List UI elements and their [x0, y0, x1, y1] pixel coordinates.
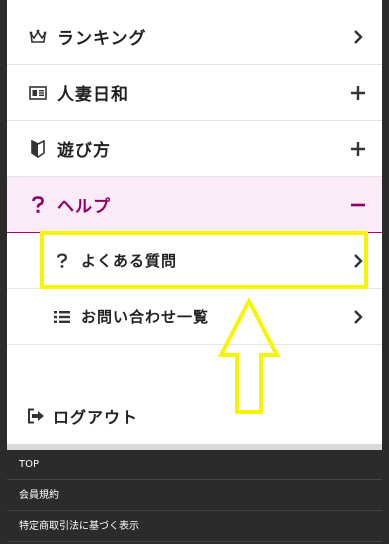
submenu-label: お問い合わせ一覧: [81, 308, 210, 326]
crown-icon: [29, 28, 47, 46]
footer-link-commerce-law[interactable]: 特定商取引法に基づく表示: [7, 512, 382, 542]
plus-icon: [350, 85, 366, 101]
plus-icon: [350, 141, 366, 157]
list-icon: [53, 308, 71, 326]
menu-item-hitozuma[interactable]: 人妻日和: [7, 65, 382, 121]
menu-label: ログアウト: [53, 408, 139, 427]
menu-label: 遊び方: [57, 141, 111, 161]
chevron-right-icon: [350, 29, 366, 45]
minus-icon: [350, 197, 366, 213]
menu-item-ranking[interactable]: ランキング: [7, 9, 382, 65]
menu-item-logout[interactable]: ログアウト: [7, 388, 382, 444]
footer-link-terms[interactable]: 会員規約: [7, 481, 382, 511]
question-icon: [29, 195, 47, 214]
menu-label: ランキング: [57, 29, 147, 49]
menu-label: ヘルプ: [57, 197, 111, 217]
submenu-item-contact-list[interactable]: お問い合わせ一覧: [7, 289, 382, 345]
beginner-mark-icon: [29, 139, 47, 158]
question-icon: [53, 252, 71, 270]
newspaper-icon: [29, 84, 47, 102]
chevron-right-icon: [350, 309, 366, 325]
menu-item-asobikata[interactable]: 遊び方: [7, 121, 382, 177]
menu-item-help[interactable]: ヘルプ: [7, 177, 382, 233]
side-menu: ランキング 人妻日和 遊び方 ヘルプ よくある質問 お問い合わせ一覧 ログアウト: [7, 0, 382, 448]
submenu-label: よくある質問: [81, 252, 178, 270]
submenu-item-faq[interactable]: よくある質問: [7, 233, 382, 289]
footer-link-top[interactable]: TOP: [7, 450, 382, 480]
chevron-right-icon: [350, 253, 366, 269]
sign-out-icon: [27, 407, 45, 425]
menu-label: 人妻日和: [57, 85, 129, 105]
